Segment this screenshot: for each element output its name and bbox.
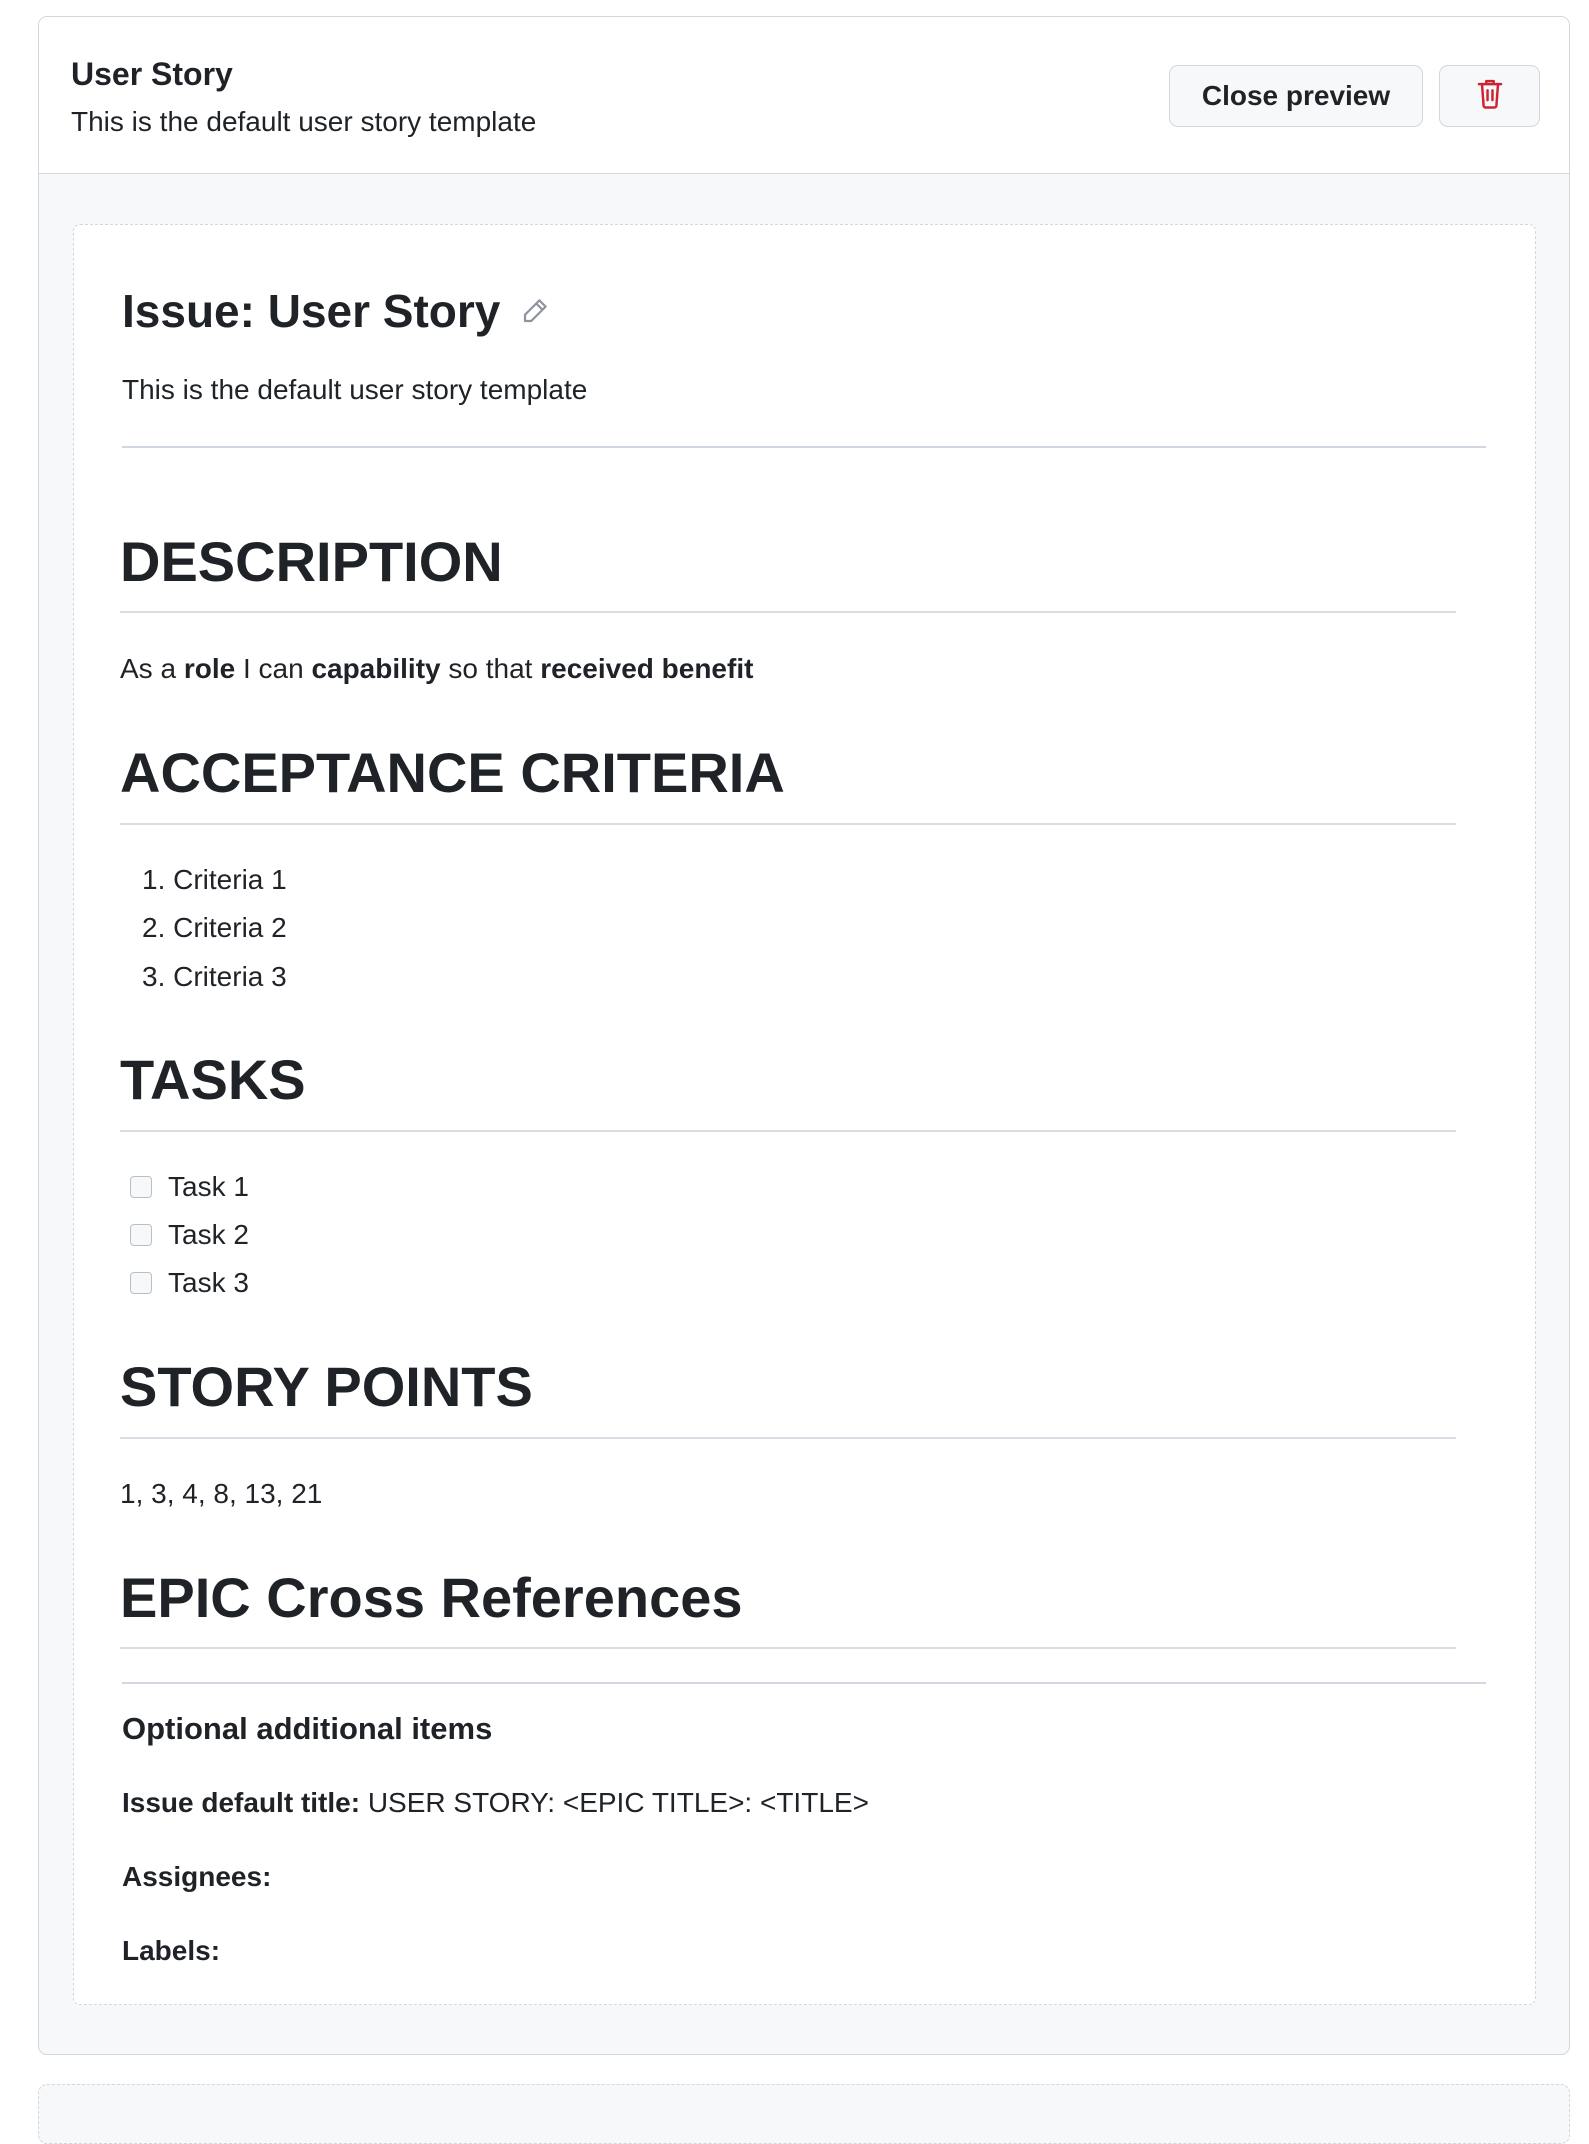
pencil-icon[interactable] [520,296,550,326]
description-text: As a role I can capability so that recei… [120,653,754,684]
task-label: Task 2 [168,1219,249,1250]
assignees-label: Assignees: [122,1861,272,1892]
divider [122,446,1486,448]
default-title-value: USER STORY: <EPIC TITLE>: <TITLE> [360,1787,869,1818]
default-title-label: Issue default title: [122,1787,361,1818]
optional-items-title: Optional additional items [122,1711,493,1746]
divider [120,1130,1456,1132]
divider [120,823,1456,825]
assignees-row: Assignees: [122,1860,271,1894]
divider [120,611,1456,613]
issue-preview: Issue: User Story This is the default us… [73,224,1536,2005]
list-item: 2. Criteria 2 [142,912,287,943]
task-item: Task 2 [130,1218,249,1252]
section-heading-tasks: TASKS [120,1048,306,1111]
section-heading-description: DESCRIPTION [120,530,503,593]
issue-title: Issue: User Story [122,285,501,337]
task-checkbox[interactable] [130,1271,152,1294]
section-heading-epic-cross-references: EPIC Cross References [120,1566,743,1629]
template-card: User Story This is the default user stor… [38,16,1570,2055]
divider [120,1647,1456,1649]
task-label: Task 3 [168,1267,249,1298]
task-checkbox[interactable] [130,1223,152,1246]
task-label: Task 1 [168,1171,249,1202]
divider [120,1437,1456,1439]
labels-row: Labels: [122,1934,220,1968]
template-subtitle: This is the default user story template [71,106,537,137]
issue-description: This is the default user story template [122,374,588,405]
section-heading-acceptance-criteria: ACCEPTANCE CRITERIA [120,741,785,804]
default-title-row: Issue default title: USER STORY: <EPIC T… [122,1786,869,1820]
task-checkbox[interactable] [130,1175,152,1198]
task-item: Task 3 [130,1266,249,1300]
delete-template-button[interactable] [1439,65,1540,127]
labels-label: Labels: [122,1935,221,1966]
section-heading-story-points: STORY POINTS [120,1355,533,1418]
story-points-text: 1, 3, 4, 8, 13, 21 [120,1478,323,1509]
list-item: 3. Criteria 3 [142,961,287,992]
template-title: User Story [71,56,233,92]
trash-icon [1475,78,1505,115]
task-item: Task 1 [130,1170,249,1204]
list-item: 1. Criteria 1 [142,864,287,895]
close-preview-button[interactable]: Close preview [1169,65,1423,127]
divider [122,1682,1486,1684]
issue-title-row: Issue: User Story [122,285,550,338]
next-template-card [38,2084,1570,2144]
template-card-header: User Story This is the default user stor… [39,17,1569,174]
